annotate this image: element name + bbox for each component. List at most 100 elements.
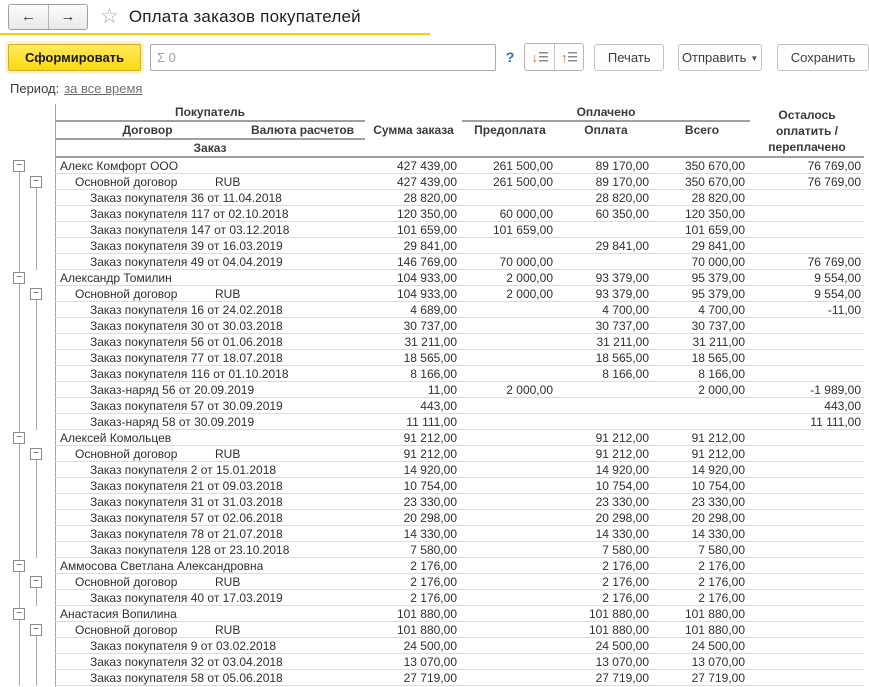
payment-cell <box>558 382 654 398</box>
table-row[interactable]: −Алексей Комольцев91 212,0091 212,0091 2… <box>0 430 869 446</box>
table-row[interactable]: Заказ покупателя 31 от 31.03.201823 330,… <box>0 494 869 510</box>
table-row[interactable]: Заказ покупателя 30 от 30.03.201830 737,… <box>0 318 869 334</box>
tree-gutter <box>0 670 55 686</box>
generate-button[interactable]: Сформировать <box>8 44 141 71</box>
help-icon[interactable]: ? <box>506 49 515 65</box>
collapse-minus-icon[interactable]: − <box>30 576 42 588</box>
table-row[interactable]: Заказ покупателя 77 от 18.07.2018 18 565,… <box>0 350 869 366</box>
period-label: Период: <box>10 81 59 96</box>
table-row[interactable]: Заказ покупателя 32 от 03.04.201813 070,… <box>0 654 869 670</box>
remaining-cell <box>750 366 864 382</box>
order-sum-cell: 31 211,00 <box>365 334 462 350</box>
table-row[interactable]: Заказ покупателя 78 от 21.07.201814 330,… <box>0 526 869 542</box>
table-row[interactable]: Заказ покупателя 9 от 03.02.201824 500,0… <box>0 638 869 654</box>
table-row[interactable]: Заказ покупателя 21 от 09.03.201810 754,… <box>0 478 869 494</box>
table-row[interactable]: −Основной договорRUB101 880,00101 880,00… <box>0 622 869 638</box>
collapse-minus-icon[interactable]: − <box>30 624 42 636</box>
row-label: Основной договор <box>75 623 177 637</box>
save-button[interactable]: Сохранить <box>777 44 869 71</box>
tree-line <box>19 542 20 558</box>
table-row[interactable]: Заказ покупателя 58 от 05.06.201827 719,… <box>0 670 869 686</box>
table-row[interactable]: Заказ покупателя 57 от 02.06.201820 298,… <box>0 510 869 526</box>
tree-gutter <box>0 510 55 526</box>
order-sum-cell: 20 298,00 <box>365 510 462 526</box>
table-row[interactable]: Заказ-наряд 58 от 30.09.201911 111,0011 … <box>0 414 869 430</box>
order-sum-cell: 104 933,00 <box>365 286 462 302</box>
order-cell: Заказ покупателя 9 от 03.02.2018 <box>55 638 365 654</box>
table-row[interactable]: Заказ покупателя 16 от 24.02.20184 689,0… <box>0 302 869 318</box>
table-row[interactable]: Заказ покупателя 36 от 11.04.201828 820,… <box>0 190 869 206</box>
table-row[interactable]: Заказ покупателя 39 от 16.03.201929 841,… <box>0 238 869 254</box>
prepayment-cell <box>462 414 558 430</box>
total-cell: 18 565,00 <box>654 350 750 366</box>
tree-line <box>19 334 20 350</box>
payment-cell: 8 166,00 <box>558 366 654 382</box>
order-sum-cell: 2 176,00 <box>365 590 462 606</box>
row-label: Заказ покупателя 31 от 31.03.2018 <box>90 495 283 509</box>
remaining-cell <box>750 478 864 494</box>
print-button[interactable]: Печать <box>594 44 664 71</box>
forward-arrow-icon: → <box>61 8 76 25</box>
collapse-groups-button[interactable]: ↑ <box>554 44 583 70</box>
order-sum-cell: 443,00 <box>365 398 462 414</box>
favorite-star-icon[interactable]: ☆ <box>100 5 119 29</box>
tree-line <box>19 318 20 334</box>
collapse-minus-icon[interactable]: − <box>30 288 42 300</box>
payment-cell: 29 841,00 <box>558 238 654 254</box>
table-row[interactable]: Заказ-наряд 56 от 20.09.201911,002 000,0… <box>0 382 869 398</box>
row-label: Заказ покупателя 117 от 02.10.2018 <box>90 207 289 221</box>
sum-field[interactable] <box>150 44 496 71</box>
table-row[interactable]: −Основной договорRUB91 212,0091 212,0091… <box>0 446 869 462</box>
table-row[interactable]: Заказ покупателя 2 от 15.01.201814 920,0… <box>0 462 869 478</box>
period-link[interactable]: за все время <box>64 81 142 96</box>
tree-line <box>36 366 37 382</box>
order-sum-cell: 91 212,00 <box>365 430 462 446</box>
collapse-minus-icon[interactable]: − <box>13 160 25 172</box>
order-sum-cell: 28 820,00 <box>365 190 462 206</box>
table-row[interactable]: Заказ покупателя 49 от 04.04.2019146 769… <box>0 254 869 270</box>
table-row[interactable]: Заказ покупателя 116 от 01.10.2018 8 166,… <box>0 366 869 382</box>
header-remaining: Осталось оплатить / переплачено <box>750 106 864 156</box>
table-row[interactable]: −Основной договорRUB2 176,002 176,002 17… <box>0 574 869 590</box>
send-button[interactable]: Отправить▼ <box>678 44 762 71</box>
collapse-minus-icon[interactable]: − <box>13 560 25 572</box>
order-sum-cell: 2 176,00 <box>365 558 462 574</box>
collapse-minus-icon[interactable]: − <box>13 432 25 444</box>
forward-button[interactable]: → <box>48 5 87 29</box>
tree-gutter <box>0 206 55 222</box>
table-row[interactable]: Заказ покупателя 40 от 17.03.20192 176,0… <box>0 590 869 606</box>
table-row[interactable]: −Основной договорRUB104 933,002 000,0093… <box>0 286 869 302</box>
row-label: Заказ покупателя 9 от 03.02.2018 <box>90 639 276 653</box>
tree-line <box>19 446 20 462</box>
table-row[interactable]: −Александр Томилин104 933,002 000,0093 3… <box>0 270 869 286</box>
tree-line <box>19 350 20 366</box>
row-label: Основной договор <box>75 447 177 461</box>
table-row[interactable]: Заказ покупателя 128 от 23.10.20187 580,… <box>0 542 869 558</box>
customer-cell: Алексей Комольцев <box>55 430 365 446</box>
collapse-minus-icon[interactable]: − <box>13 272 25 284</box>
collapse-minus-icon[interactable]: − <box>30 176 42 188</box>
header-contract: Договор <box>55 122 240 138</box>
payment-cell: 30 737,00 <box>558 318 654 334</box>
tree-line <box>19 574 20 590</box>
table-row[interactable]: −Основной договорRUB427 439,00261 500,00… <box>0 174 869 190</box>
prepayment-cell <box>462 430 558 446</box>
tree-gutter <box>0 654 55 670</box>
table-row[interactable]: Заказ покупателя 147 от 03.12.2018101 65… <box>0 222 869 238</box>
table-row[interactable]: Заказ покупателя 56 от 01.06.201831 211,… <box>0 334 869 350</box>
collapse-minus-icon[interactable]: − <box>13 608 25 620</box>
expand-groups-button[interactable]: ↓ <box>525 44 554 70</box>
table-row[interactable]: −Алекс Комфорт ООО427 439,00261 500,0089… <box>0 158 869 174</box>
table-row[interactable]: Заказ покупателя 57 от 30.09.2019443,004… <box>0 398 869 414</box>
table-row[interactable]: Заказ покупателя 117 от 02.10.2018120 35… <box>0 206 869 222</box>
tree-gutter <box>0 542 55 558</box>
currency-value: RUB <box>215 575 240 589</box>
row-label: Заказ покупателя 116 от 01.10.2018 <box>90 367 289 381</box>
remaining-cell <box>750 222 864 238</box>
table-row[interactable]: −Анастасия Вопилина101 880,00101 880,001… <box>0 606 869 622</box>
order-cell: Заказ покупателя 77 от 18.07.2018 <box>55 350 365 366</box>
table-row[interactable]: −Аммосова Светлана Александровна2 176,00… <box>0 558 869 574</box>
tree-line <box>36 526 37 542</box>
collapse-minus-icon[interactable]: − <box>30 448 42 460</box>
back-button[interactable]: ← <box>9 5 48 29</box>
